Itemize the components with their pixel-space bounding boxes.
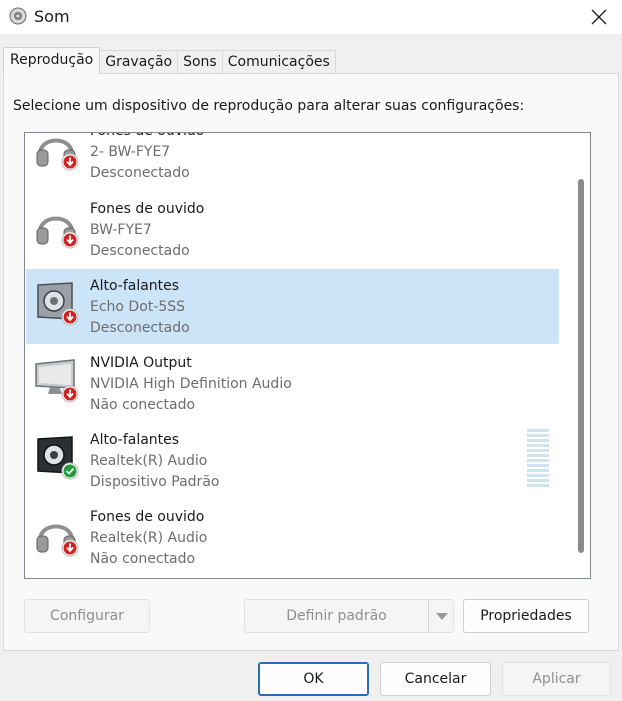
set-default-split-button[interactable]: Definir padrão [244,599,454,633]
speaker-icon [37,282,79,326]
volume-level-meter [527,429,549,487]
device-item[interactable]: Fones de ouvido Realtek(R) Audio Não con… [26,500,559,575]
tab-gravacao[interactable]: Gravação [99,50,179,74]
scrollbar-thumb[interactable] [578,179,584,553]
headphones-icon [36,524,79,557]
speaker-icon [37,436,79,480]
close-button[interactable] [576,0,622,34]
tab-panel: Selecione um dispositivo de reprodução p… [3,73,619,651]
device-name: Alto-falantes [90,432,180,448]
device-status: Desconectado [90,165,190,181]
headphones-icon [36,216,79,249]
speaker-icon [9,7,27,25]
vertical-scrollbar[interactable] [562,133,590,578]
chevron-down-icon [435,613,448,620]
window-title: Som [34,7,70,26]
device-name: Fones de ouvido [90,133,204,142]
ok-button[interactable]: OK [258,662,369,696]
device-name: Alto-falantes [90,278,180,294]
instruction-text: Selecione um dispositivo de reprodução p… [13,98,525,114]
monitor-icon [35,359,79,403]
properties-button[interactable]: Propriedades [463,599,589,633]
apply-button[interactable]: Aplicar [502,662,611,696]
tab-strip: Reprodução Gravação Sons Comunicações [3,47,336,74]
title-bar: Som [0,0,622,34]
headphones-icon [36,138,79,171]
set-default-dropdown[interactable] [428,600,454,632]
device-description: NVIDIA High Definition Audio [90,376,292,392]
device-name: NVIDIA Output [90,355,192,371]
device-list[interactable]: Fones de ouvido 2- BW-FYE7 Desconectado … [24,132,591,579]
device-description: 2- BW-FYE7 [90,144,171,160]
device-status: Desconectado [90,320,190,336]
tab-comunicacoes[interactable]: Comunicações [221,50,336,74]
device-item[interactable]: Fones de ouvido BW-FYE7 Desconectado [26,192,559,267]
configure-button[interactable]: Configurar [24,599,150,633]
close-icon [591,9,607,25]
tab-reproducao[interactable]: Reprodução [3,47,101,74]
device-status: Desconectado [90,243,190,259]
device-item[interactable]: NVIDIA Output NVIDIA High Definition Aud… [26,346,559,421]
device-name: Fones de ouvido [90,201,205,217]
device-item[interactable]: Fones de ouvido 2- BW-FYE7 Desconectado [26,133,559,189]
device-description: Echo Dot-5SS [90,299,185,315]
device-description: Realtek(R) Audio [90,530,208,546]
device-status: Não conectado [90,397,196,413]
tab-sons[interactable]: Sons [177,50,223,74]
set-default-label: Definir padrão [286,608,387,624]
device-name: Fones de ouvido [90,509,205,525]
default-check-icon [63,464,77,478]
device-status: Não conectado [90,551,196,567]
device-item[interactable]: Alto-falantes Realtek(R) Audio Dispositi… [26,423,559,498]
device-description: BW-FYE7 [90,222,152,238]
cancel-button[interactable]: Cancelar [380,662,491,696]
device-status: Dispositivo Padrão [90,474,220,490]
device-description: Realtek(R) Audio [90,453,208,469]
device-item-selected[interactable]: Alto-falantes Echo Dot-5SS Desconectado [26,269,559,344]
